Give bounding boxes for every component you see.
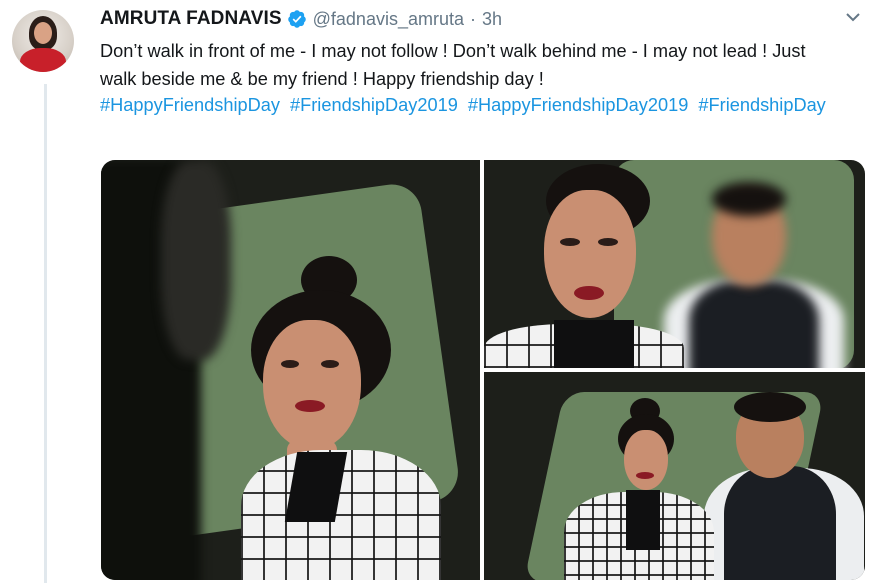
shirt-collar	[626, 490, 660, 550]
display-name[interactable]: AMRUTA FADNAVIS	[100, 8, 282, 30]
handle[interactable]: @fadnavis_amruta	[313, 9, 464, 30]
lips	[574, 286, 604, 300]
avatar-body	[20, 48, 66, 72]
hashtag-link[interactable]: #HappyFriendshipDay	[100, 95, 280, 115]
separator-dot: ·	[470, 8, 476, 29]
tweet-text: Don’t walk in front of me - I may not fo…	[100, 41, 806, 89]
eye	[560, 238, 580, 246]
hashtag-list: #HappyFriendshipDay #FriendshipDay2019 #…	[100, 92, 840, 120]
man-hair	[734, 392, 806, 422]
man-vest	[689, 280, 819, 368]
avatar-face	[34, 22, 52, 44]
hashtag-link[interactable]: #FriendshipDay2019	[290, 95, 458, 115]
eye	[598, 238, 618, 246]
man-vest	[724, 466, 836, 580]
chevron-down-icon[interactable]	[843, 10, 863, 26]
photo-1[interactable]	[101, 160, 480, 580]
hashtag-link[interactable]: #FriendshipDay	[698, 95, 825, 115]
thread-line	[44, 84, 47, 583]
timestamp[interactable]: 3h	[482, 9, 502, 30]
man-hair	[712, 182, 786, 216]
verified-badge-icon	[287, 10, 306, 28]
lips	[295, 400, 325, 412]
lips	[636, 472, 654, 479]
eye	[281, 360, 299, 368]
hashtag-link[interactable]: #HappyFriendshipDay2019	[468, 95, 688, 115]
photo-3[interactable]	[484, 372, 865, 580]
avatar[interactable]	[12, 10, 74, 72]
tweet-header: AMRUTA FADNAVIS @fadnavis_amruta · 3h	[100, 6, 502, 32]
face	[624, 430, 668, 490]
media-grid	[101, 160, 865, 580]
photo-2[interactable]	[484, 160, 865, 368]
eye	[321, 360, 339, 368]
face	[263, 320, 361, 450]
shirt-collar	[554, 320, 634, 368]
foreground-figure	[161, 160, 231, 360]
